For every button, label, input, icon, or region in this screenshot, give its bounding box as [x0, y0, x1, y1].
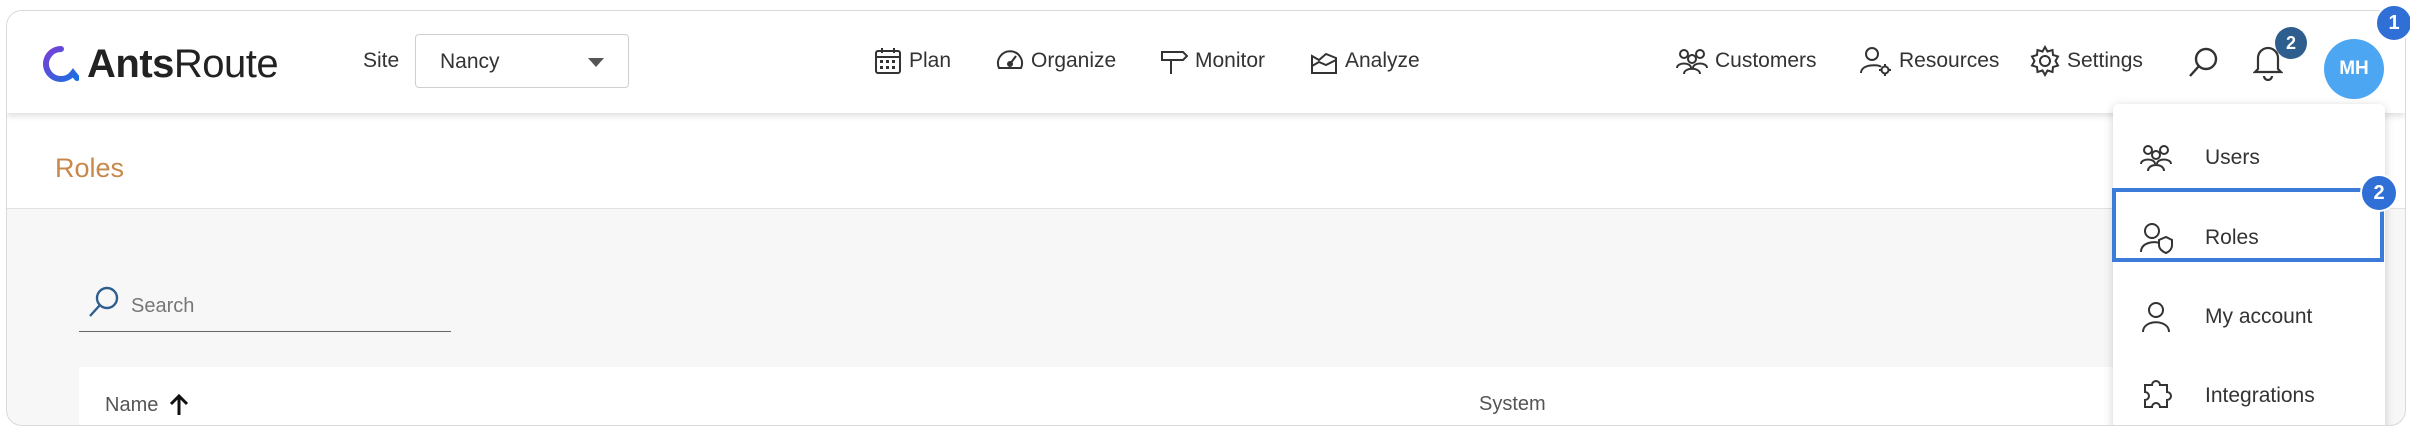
logo-icon: [43, 46, 79, 82]
logo-text-rest: Route: [173, 41, 279, 86]
nav-organize-label: Organize: [1031, 49, 1117, 72]
gear-icon: [2030, 45, 2060, 77]
roles-table-header: Name System: [79, 367, 2139, 425]
logo[interactable]: AntsRoute: [43, 39, 279, 89]
nav-monitor[interactable]: Monitor: [1159, 43, 1265, 79]
menu-item-users[interactable]: Users: [2113, 119, 2385, 197]
column-header-system[interactable]: System: [1479, 393, 1546, 416]
arrow-up-icon: [170, 393, 189, 415]
nav-settings-label: Settings: [2067, 49, 2143, 72]
page-header: Roles: [7, 113, 2405, 209]
column-header-name[interactable]: Name: [105, 393, 190, 417]
logo-text-bold: Ants: [87, 41, 174, 86]
nav-customers[interactable]: Customers: [1675, 43, 1817, 79]
site-label: Site: [363, 49, 400, 72]
nav-plan[interactable]: Plan: [873, 43, 951, 79]
nav-resources[interactable]: Resources: [1859, 43, 1999, 79]
search-icon: [89, 286, 119, 317]
search-icon[interactable]: [2187, 45, 2221, 79]
site-select-value: Nancy: [440, 50, 500, 73]
menu-item-my-account[interactable]: My account: [2113, 278, 2385, 356]
chevron-down-icon: [588, 58, 604, 67]
step-2-badge: 2: [2360, 174, 2398, 212]
user-menu-dropdown: Users Roles My account Integrations: [2113, 104, 2385, 425]
step-1-badge: 1: [2375, 4, 2410, 42]
nav-organize[interactable]: Organize: [995, 43, 1116, 79]
column-header-name-label: Name: [105, 393, 159, 416]
search-field: [79, 283, 451, 332]
site-select[interactable]: Nancy: [415, 34, 629, 88]
nav-analyze[interactable]: Analyze: [1309, 43, 1420, 79]
avatar[interactable]: MH: [2324, 39, 2384, 99]
nav-plan-label: Plan: [909, 49, 952, 72]
step-2-highlight: [2112, 188, 2384, 262]
nav-resources-label: Resources: [1899, 49, 2000, 72]
users-icon: [2140, 145, 2172, 172]
top-navbar: AntsRoute Site Nancy Plan Organize Monit…: [7, 11, 2405, 113]
app-window: AntsRoute Site Nancy Plan Organize Monit…: [6, 10, 2406, 426]
menu-item-users-label: Users: [2205, 146, 2260, 169]
nav-analyze-label: Analyze: [1345, 49, 1420, 72]
chart-icon: [1311, 52, 1337, 74]
search-input[interactable]: [129, 291, 433, 321]
menu-item-integrations[interactable]: Integrations: [2113, 357, 2385, 425]
calendar-icon: [875, 48, 901, 74]
customers-icon: [1676, 49, 1708, 75]
integrations-icon: [2144, 380, 2172, 408]
notification-count-badge: 2: [2275, 27, 2307, 59]
resources-icon: [1860, 47, 1891, 76]
page-title: Roles: [55, 153, 125, 183]
nav-monitor-label: Monitor: [1195, 49, 1266, 72]
nav-customers-label: Customers: [1715, 49, 1817, 72]
signpost-icon: [1161, 51, 1189, 74]
menu-item-integrations-label: Integrations: [2205, 384, 2315, 407]
account-icon: [2142, 302, 2170, 333]
menu-item-my-account-label: My account: [2205, 305, 2313, 328]
nav-settings[interactable]: Settings: [2029, 43, 2143, 79]
gauge-icon: [997, 50, 1023, 69]
